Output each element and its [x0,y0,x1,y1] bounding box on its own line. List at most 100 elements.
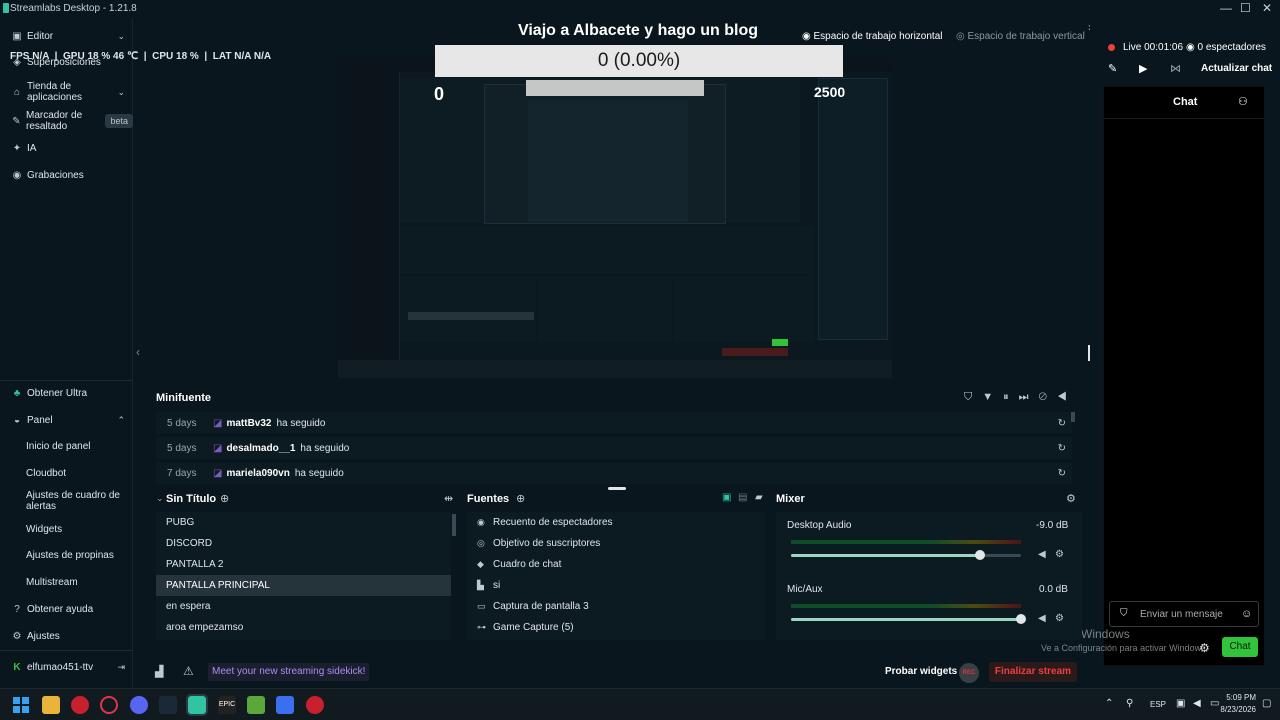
language-indicator[interactable]: ESP [1150,700,1166,709]
edit-icon[interactable]: ✎ [1108,62,1117,75]
sidebar-item-recordings[interactable]: ◉ Grabaciones [0,164,133,186]
group-icon[interactable]: ▤ [738,492,747,503]
chat-tab[interactable]: Chat [1173,96,1197,108]
minimize-button[interactable]: — [1220,1,1232,15]
sidebar-item-settings[interactable]: ⚙ Ajustes [0,625,133,647]
gear-icon[interactable]: ⚙ [1055,549,1064,560]
sidebar-item-multistream[interactable]: Multistream [26,577,78,588]
sidebar-item-cloudbot[interactable]: Cloudbot [26,468,66,479]
steam-icon[interactable] [159,696,177,714]
volume-slider[interactable] [791,554,1021,557]
scene-item[interactable]: en espera [156,596,451,617]
app-icon[interactable] [276,696,294,714]
replay-icon[interactable]: ↻ [1058,468,1066,479]
sidebar-item-highlighter[interactable]: ✎ Marcador de resaltado beta [0,108,133,134]
microphone-icon[interactable]: ⚲ [1126,698,1133,709]
file-explorer-icon[interactable] [42,696,60,714]
discord-icon[interactable] [130,696,148,714]
volume-slider-knob[interactable] [975,550,985,560]
sidebar-item-editor[interactable]: ▣ Editor ⌄ [0,25,133,47]
sidebar-item-ai[interactable]: ✦ IA [0,137,133,159]
stats-icon[interactable]: ▟ [155,665,163,678]
folder-icon[interactable]: ▰ [755,492,763,503]
windows-start-icon[interactable] [13,697,29,713]
scrollbar[interactable] [1071,412,1075,422]
sidebar-item-tip-settings[interactable]: Ajustes de propinas [26,550,114,561]
close-button[interactable]: ✕ [1262,1,1272,15]
sidebar-item-panel-home[interactable]: Inicio de panel [26,441,91,452]
user-profile[interactable]: Kelfumao451-ttv ⇥ [0,656,133,678]
sidebar-item-panel[interactable]: ◒ Panel ⌃ [0,409,133,431]
network-icon[interactable]: ▣ [1176,698,1185,709]
mute-alerts-icon[interactable]: ⊘ [1039,391,1057,403]
sidebar-item-alertbox-settings[interactable]: Ajustes de cuadro de alertas [26,490,126,512]
share-icon[interactable]: ⋈ [1170,62,1181,75]
pause-icon[interactable]: ⏸ [1003,391,1019,403]
performance-stats: FPS N/A | GPU 18 % 46 ℃ | CPU 18 % | LAT… [10,51,272,62]
app-icon[interactable] [71,696,89,714]
speaker-icon[interactable]: ◀ [1038,549,1046,560]
video-icon[interactable]: ▶ [1139,62,1147,75]
source-item[interactable]: ◉ Recuento de espectadores [467,512,765,533]
end-stream-button[interactable]: Finalizar stream [989,662,1077,682]
replay-icon[interactable]: ↻ [1058,443,1066,454]
source-item[interactable]: ◎ Objetivo de suscriptores [467,533,765,554]
add-source-icon[interactable]: ⊕ [516,492,525,505]
source-item[interactable]: ◆ Cuadro de chat [467,554,765,575]
test-widgets-button[interactable]: Probar widgets [885,666,957,677]
sidebar-item-get-ultra[interactable]: ♣ Obtener Ultra [0,382,133,404]
scene-item[interactable]: aroa empezamso [156,617,451,638]
warning-icon[interactable]: ⚠ [183,664,194,678]
sidebar: ▣ Editor ⌄ ◈ Superposiciones ⌂ Tienda de ap… [0,18,133,688]
sidebar-item-get-help[interactable]: ? Obtener ayuda [0,598,133,620]
clock-time[interactable]: 5:09 PM [1220,693,1256,702]
volume-icon[interactable]: ◀ [1057,391,1077,403]
workspace-horizontal-toggle[interactable]: ◉ Espacio de trabajo horizontal [802,31,943,42]
workspace-vertical-toggle[interactable]: ◎ Espacio de trabajo vertical [956,31,1085,42]
record-button[interactable]: REC [959,663,979,683]
volume-icon[interactable]: ◀ [1193,698,1201,709]
skip-icon[interactable]: ⏭ [1019,391,1039,403]
volume-slider[interactable] [791,618,1021,621]
gear-icon[interactable]: ⚙ [1066,492,1076,505]
users-icon[interactable]: ⚇ [1238,95,1248,108]
source-item[interactable]: ▭ Captura de pantalla 3 [467,596,765,617]
replay-icon[interactable]: ↻ [1058,418,1066,429]
transitions-icon[interactable]: ⇹ [444,492,453,505]
chevron-up-icon[interactable]: ⌃ [1105,698,1113,709]
epic-games-icon[interactable]: EPIC [218,696,236,714]
selective-recording-icon[interactable]: ▣ [722,492,731,503]
app-icon[interactable] [306,696,324,714]
scene-item[interactable]: PANTALLA 2 [156,554,451,575]
add-scene-icon[interactable]: ⊕ [220,492,229,505]
shield-icon[interactable]: ⛉ [964,391,982,403]
sidebar-item-app-store[interactable]: ⌂ Tienda de aplicaciones ⌄ [0,79,133,105]
clock-date[interactable]: 8/23/2026 [1210,705,1256,714]
minecraft-icon[interactable] [247,696,265,714]
gear-icon[interactable]: ⚙ [1055,613,1064,624]
opera-icon[interactable] [100,696,118,714]
maximize-button[interactable]: ☐ [1240,1,1251,15]
sidebar-item-widgets[interactable]: Widgets [26,524,62,535]
source-item[interactable]: ▙ si [467,575,765,596]
chat-message-input[interactable]: ⛉ Enviar un mensaje ☺ [1109,601,1259,627]
chat-send-button[interactable]: Chat [1222,637,1258,657]
sidekick-banner[interactable]: Meet your new streaming sidekick! [208,663,370,681]
emoji-icon[interactable]: ☺ [1241,608,1252,620]
speaker-icon[interactable]: ◀ [1038,613,1046,624]
collapse-left-icon[interactable]: ‹ [136,345,140,359]
streamlabs-icon[interactable] [186,694,208,716]
stream-preview[interactable]: 0 2500 [338,58,892,378]
scene-item[interactable]: DISCORD [156,533,451,554]
volume-slider-knob[interactable] [1016,614,1026,624]
scene-collection-title[interactable]: Sin Título [166,493,216,505]
store-icon: ⌂ [13,86,21,98]
refresh-chat-button[interactable]: Actualizar chat [1201,63,1272,74]
notifications-icon[interactable]: ▢ [1262,698,1271,709]
scene-item-selected[interactable]: PANTALLA PRINCIPAL [156,575,451,596]
filter-icon[interactable]: ▼ [982,391,1003,403]
scene-item[interactable]: PUBG [156,512,451,533]
scrollbar[interactable] [452,514,456,536]
chevron-down-icon[interactable]: ⌄ [156,493,164,504]
source-item[interactable]: ⊶ Game Capture (5) [467,617,765,638]
